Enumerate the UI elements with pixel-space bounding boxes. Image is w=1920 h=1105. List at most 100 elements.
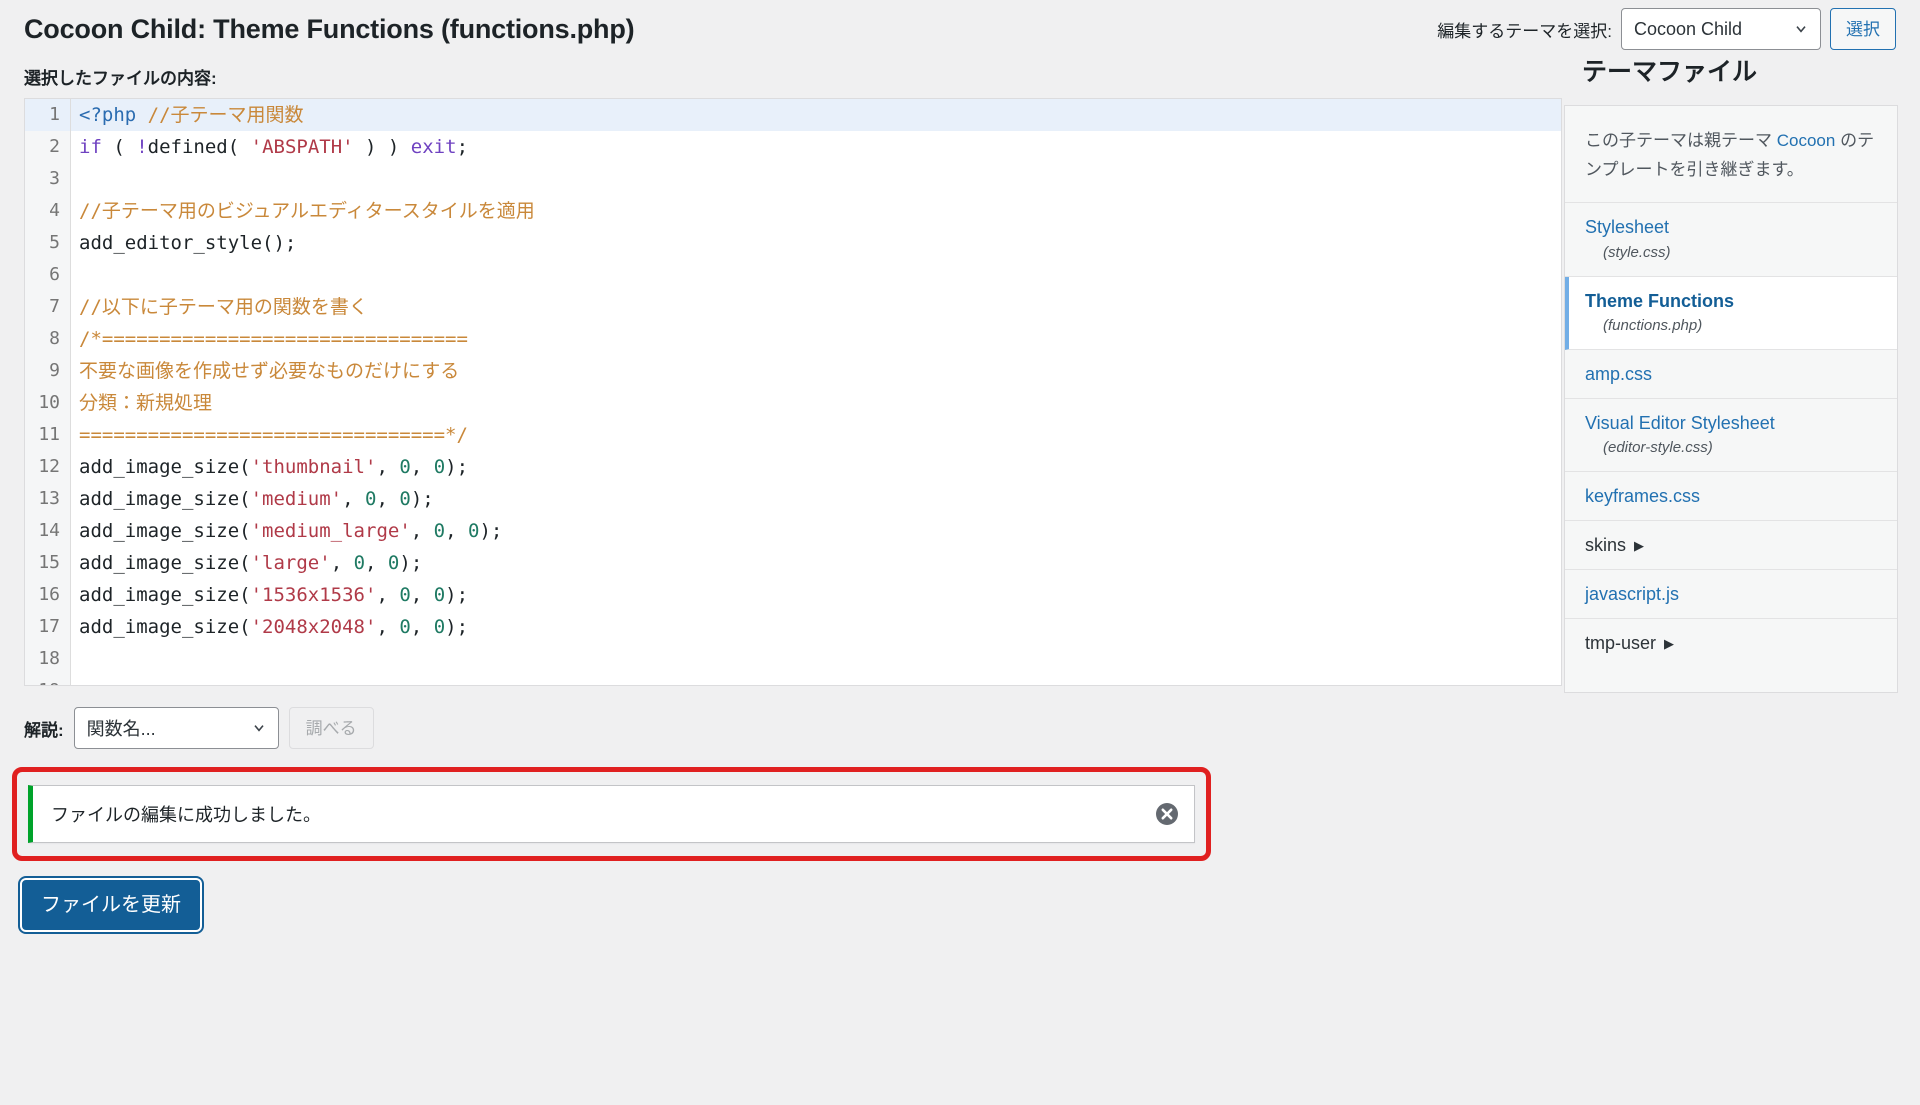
line-source: add_image_size('medium', 0, 0); (71, 483, 1561, 515)
code-token: ( (239, 552, 250, 574)
code-line: 18 (25, 643, 1561, 675)
code-token: , (376, 488, 399, 510)
code-line: 6 (25, 259, 1561, 291)
file-list-item[interactable]: tmp-user▶ (1565, 619, 1897, 667)
code-token: , (376, 616, 399, 638)
line-number: 15 (25, 547, 71, 579)
code-token: 0 (434, 456, 445, 478)
line-source: add_image_size('medium_large', 0, 0); (71, 515, 1561, 547)
code-token: 分類：新規処理 (79, 392, 212, 414)
code-token: , (365, 552, 388, 574)
editor-layout: 1<?php //子テーマ用関数2if ( !defined( 'ABSPATH… (0, 98, 1920, 693)
lookup-button[interactable]: 調べる (289, 707, 374, 749)
code-token: , (342, 488, 365, 510)
child-theme-notice-pre: この子テーマは親テーマ (1585, 131, 1777, 150)
file-name: amp.css (1585, 361, 1879, 387)
code-line: 12add_image_size('thumbnail', 0, 0); (25, 451, 1561, 483)
code-token: add_image_size (79, 552, 239, 574)
code-token: ( (239, 488, 250, 510)
theme-files-list: この子テーマは親テーマ Cocoon のテンプレートを引き継ぎます。 Style… (1564, 105, 1898, 693)
line-source: if ( !defined( 'ABSPATH' ) ) exit; (71, 131, 1561, 163)
line-number: 11 (25, 419, 71, 451)
code-token: ); (411, 488, 434, 510)
line-source: add_image_size('thumbnail', 0, 0); (71, 451, 1561, 483)
code-token: exit (411, 136, 457, 158)
code-token: ); (399, 552, 422, 574)
file-list-item[interactable]: amp.css (1565, 350, 1897, 399)
page-title: Cocoon Child: Theme Functions (functions… (24, 14, 634, 45)
code-line: 15add_image_size('large', 0, 0); (25, 547, 1561, 579)
line-source: /*================================ (71, 323, 1561, 355)
line-number: 8 (25, 323, 71, 355)
code-token: 0 (399, 456, 410, 478)
docs-label: 解説: (24, 716, 64, 741)
line-number: 19 (25, 675, 71, 685)
code-token: 'thumbnail' (251, 456, 377, 478)
select-theme-button[interactable]: 選択 (1830, 8, 1896, 50)
code-token: , (411, 520, 434, 542)
child-theme-notice: この子テーマは親テーマ Cocoon のテンプレートを引き継ぎます。 (1565, 106, 1897, 203)
page-header: Cocoon Child: Theme Functions (functions… (0, 0, 1920, 58)
update-file-button[interactable]: ファイルを更新 (22, 880, 200, 930)
function-name-select[interactable]: 関数名... (74, 707, 279, 749)
code-token: ); (479, 520, 502, 542)
code-token: ( (239, 584, 250, 606)
code-token: 0 (388, 552, 399, 574)
code-token: ); (445, 456, 468, 478)
code-line: 11================================*/ (25, 419, 1561, 451)
line-number: 13 (25, 483, 71, 515)
code-token: , (411, 584, 434, 606)
file-filename: (editor-style.css) (1585, 436, 1879, 460)
code-editor-scroll[interactable]: 1<?php //子テーマ用関数2if ( !defined( 'ABSPATH… (25, 99, 1561, 685)
code-editor[interactable]: 1<?php //子テーマ用関数2if ( !defined( 'ABSPATH… (24, 98, 1562, 686)
line-source: <?php //子テーマ用関数 (71, 99, 1561, 131)
code-token: '2048x2048' (251, 616, 377, 638)
line-source: add_image_size('large', 0, 0); (71, 547, 1561, 579)
file-list-item[interactable]: Theme Functions(functions.php) (1565, 277, 1897, 350)
code-token: 0 (399, 488, 410, 510)
code-token: ( (239, 616, 250, 638)
code-token: ); (445, 616, 468, 638)
theme-select[interactable]: Cocoon Child (1621, 8, 1821, 50)
code-token: 0 (434, 584, 445, 606)
code-token: , (376, 456, 399, 478)
theme-switcher: 編集するテーマを選択: Cocoon Child 選択 (1437, 8, 1920, 50)
code-token: //子テーマ用のビジュアルエディタースタイルを適用 (79, 200, 535, 222)
theme-files-panel: テーマファイル この子テーマは親テーマ Cocoon のテンプレートを引き継ぎま… (1564, 98, 1898, 693)
file-list-item[interactable]: keyframes.css (1565, 472, 1897, 521)
line-source: ================================*/ (71, 419, 1561, 451)
code-token: 0 (354, 552, 365, 574)
file-name: javascript.js (1585, 581, 1879, 607)
code-token: 'medium_large' (251, 520, 411, 542)
file-list-item[interactable]: Visual Editor Stylesheet(editor-style.cs… (1565, 399, 1897, 472)
line-number: 17 (25, 611, 71, 643)
code-line: 5add_editor_style(); (25, 227, 1561, 259)
line-source: //子テーマ用のビジュアルエディタースタイルを適用 (71, 195, 1561, 227)
code-line: 9不要な画像を作成せず必要なものだけにする (25, 355, 1561, 387)
code-line: 10分類：新規処理 (25, 387, 1561, 419)
parent-theme-link[interactable]: Cocoon (1777, 131, 1836, 150)
file-list-item[interactable]: skins▶ (1565, 521, 1897, 570)
code-token: 0 (468, 520, 479, 542)
line-number: 16 (25, 579, 71, 611)
line-source (71, 259, 1561, 291)
file-list-item[interactable]: javascript.js (1565, 570, 1897, 619)
code-token: add_image_size (79, 616, 239, 638)
dismiss-circle-icon[interactable] (1154, 801, 1180, 827)
theme-select-value: Cocoon Child (1634, 19, 1742, 40)
code-token: defined (148, 136, 228, 158)
code-token: ( (102, 136, 136, 158)
success-notice: ファイルの編集に成功しました。 (28, 785, 1195, 843)
code-token: 'ABSPATH' (251, 136, 354, 158)
code-token: 'medium' (251, 488, 343, 510)
theme-files-title: テーマファイル (1564, 52, 1898, 105)
code-token: ( (239, 456, 250, 478)
file-name: Visual Editor Stylesheet (1585, 410, 1879, 436)
code-token: (); (262, 232, 296, 254)
file-list-item[interactable]: Stylesheet(style.css) (1565, 203, 1897, 276)
code-line: 14add_image_size('medium_large', 0, 0); (25, 515, 1561, 547)
code-line: 13add_image_size('medium', 0, 0); (25, 483, 1561, 515)
line-number: 9 (25, 355, 71, 387)
code-token: add_image_size (79, 520, 239, 542)
line-number: 1 (25, 99, 71, 131)
